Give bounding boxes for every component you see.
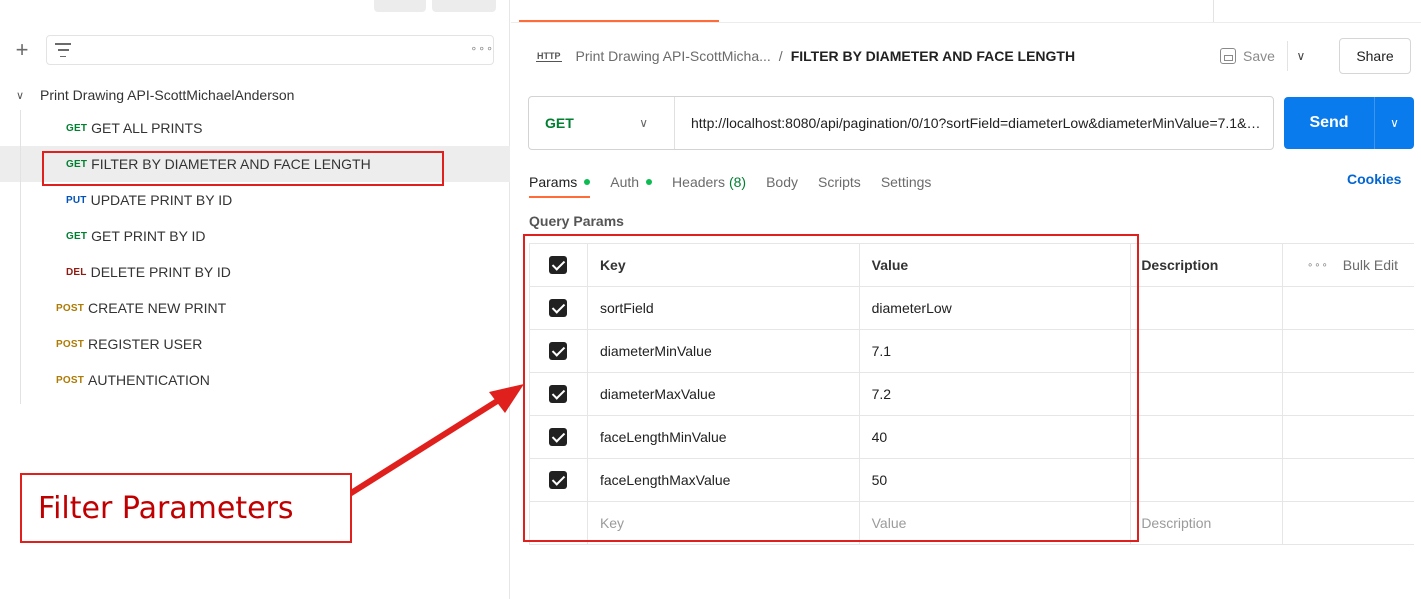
annotation-label: Filter Parameters	[38, 490, 294, 526]
arrow-shaft	[346, 395, 504, 498]
arrow-head	[489, 384, 524, 413]
annotation-callout: Filter Parameters	[20, 473, 352, 543]
